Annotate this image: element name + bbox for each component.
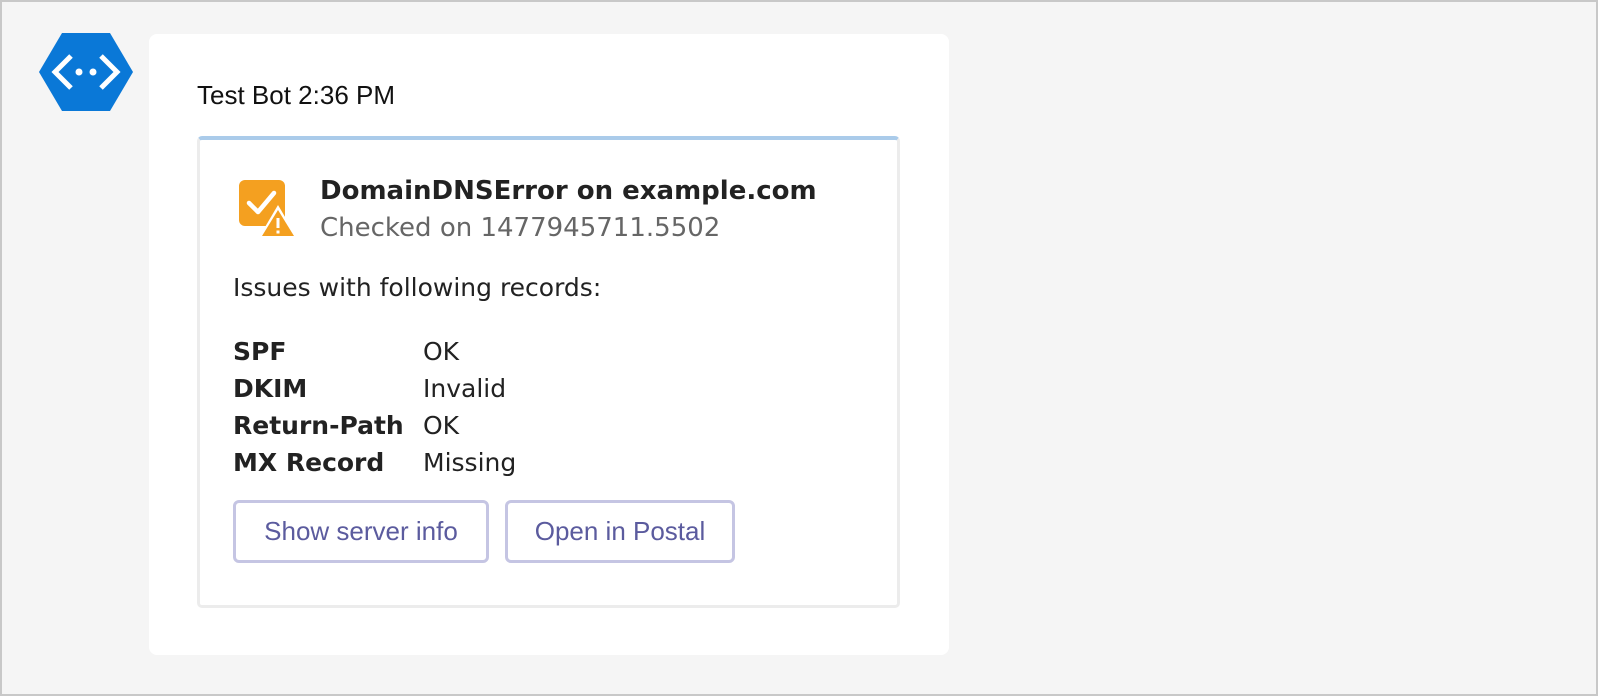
message-time: 2:36 PM — [298, 80, 395, 110]
bot-code-icon — [39, 33, 133, 111]
fact-row: DKIM Invalid — [233, 370, 516, 407]
card-actions: Show server info Open in Postal — [233, 500, 735, 563]
fact-set: SPF OK DKIM Invalid Return-Path OK MX Re… — [233, 333, 516, 481]
fact-key: Return-Path — [233, 411, 404, 440]
card-subtitle: Checked on 1477945711.5502 — [320, 213, 721, 243]
card-title: DomainDNSError on example.com — [320, 176, 817, 206]
adaptive-card: DomainDNSError on example.com Checked on… — [197, 136, 900, 608]
fact-row: SPF OK — [233, 333, 516, 370]
fact-value: OK — [423, 411, 460, 440]
check-warning-icon — [237, 178, 298, 239]
fact-key: DKIM — [233, 374, 308, 403]
fact-key: SPF — [233, 337, 287, 366]
fact-row: Return-Path OK — [233, 407, 516, 444]
sender-name: Test Bot — [197, 80, 291, 110]
message-bubble: Test Bot 2:36 PM DomainDNSError on examp… — [149, 34, 949, 655]
fact-row: MX Record Missing — [233, 444, 516, 481]
fact-value: Invalid — [423, 374, 507, 403]
show-server-info-button[interactable]: Show server info — [233, 500, 489, 563]
issues-intro: Issues with following records: — [233, 273, 602, 302]
message-header: Test Bot 2:36 PM — [197, 80, 395, 111]
fact-key: MX Record — [233, 448, 385, 477]
open-in-postal-button[interactable]: Open in Postal — [505, 500, 735, 563]
fact-value: OK — [423, 337, 460, 366]
fact-value: Missing — [423, 448, 517, 477]
bot-avatar — [38, 30, 134, 114]
